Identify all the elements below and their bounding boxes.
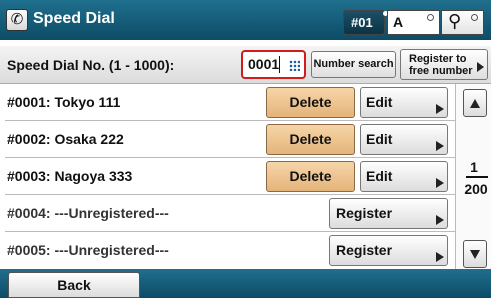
entry-label: #0001: Tokyo 111 — [7, 94, 121, 110]
arrow-right-icon — [477, 62, 484, 72]
speed-dial-number-value: 0001 — [248, 56, 280, 72]
search-button[interactable]: ⚲ — [441, 10, 484, 35]
list-item[interactable]: #0002: Osaka 222 Delete Edit — [0, 121, 455, 158]
edit-label: Edit — [366, 131, 393, 147]
register-button[interactable]: Register — [329, 235, 448, 266]
page-divider — [466, 176, 488, 178]
list-item[interactable]: #0005: ---Unregistered--- Register — [0, 232, 455, 269]
register-label: Register — [336, 242, 393, 258]
current-page: 1 — [470, 159, 478, 175]
title-bar: ✆ Speed Dial #01 A ⚲ — [0, 0, 491, 40]
arrow-right-icon — [436, 178, 444, 188]
speed-dial-number-bar: Speed Dial No. (1 - 1000): 0001 Number s… — [0, 46, 491, 84]
back-button[interactable]: Back — [8, 272, 140, 298]
entry-label: #0005: ---Unregistered--- — [7, 242, 169, 258]
entry-label: #0003: Nagoya 333 — [7, 168, 133, 184]
speed-dial-app-icon: ✆ — [6, 9, 28, 31]
scroll-panel: 1 200 — [455, 84, 491, 269]
list-item[interactable]: #0001: Tokyo 111 Delete Edit — [0, 84, 455, 121]
chevron-up-icon — [470, 99, 480, 108]
keypad-icon[interactable] — [289, 60, 300, 71]
number-search-button[interactable]: Number search — [311, 51, 396, 78]
edit-button[interactable]: Edit — [360, 87, 448, 118]
register-free-line1: Register to — [409, 53, 467, 65]
search-icon: ⚲ — [448, 11, 462, 31]
text-caret — [279, 56, 280, 73]
scroll-down-button[interactable] — [463, 240, 487, 268]
footer-bar: Back — [0, 269, 491, 298]
register-label: Register — [336, 205, 393, 221]
edit-label: Edit — [366, 168, 393, 184]
number-display: #01 — [343, 10, 385, 35]
scroll-up-button[interactable] — [463, 89, 487, 117]
edit-button[interactable]: Edit — [360, 161, 448, 192]
total-pages: 200 — [464, 181, 488, 197]
edit-button[interactable]: Edit — [360, 124, 448, 155]
arrow-right-icon — [436, 104, 444, 114]
register-free-line2: free number — [409, 65, 473, 77]
list-item[interactable]: #0003: Nagoya 333 Delete Edit — [0, 158, 455, 195]
arrow-right-icon — [436, 141, 444, 151]
chevron-down-icon — [470, 250, 480, 259]
delete-button[interactable]: Delete — [266, 124, 355, 155]
list-item[interactable]: #0004: ---Unregistered--- Register — [0, 195, 455, 232]
entry-label: #0002: Osaka 222 — [7, 131, 124, 147]
arrow-right-icon — [436, 252, 444, 262]
register-to-free-number-button[interactable]: Register to free number — [400, 49, 488, 80]
speed-dial-number-label: Speed Dial No. (1 - 1000): — [7, 57, 175, 73]
input-mode-button[interactable]: A — [387, 10, 440, 35]
delete-button[interactable]: Delete — [266, 87, 355, 118]
register-button[interactable]: Register — [329, 198, 448, 229]
edit-label: Edit — [366, 94, 393, 110]
page-title: Speed Dial — [33, 10, 115, 27]
arrow-right-icon — [436, 215, 444, 225]
entry-label: #0004: ---Unregistered--- — [7, 205, 169, 221]
delete-button[interactable]: Delete — [266, 161, 355, 192]
speed-dial-number-input[interactable]: 0001 — [241, 50, 306, 79]
